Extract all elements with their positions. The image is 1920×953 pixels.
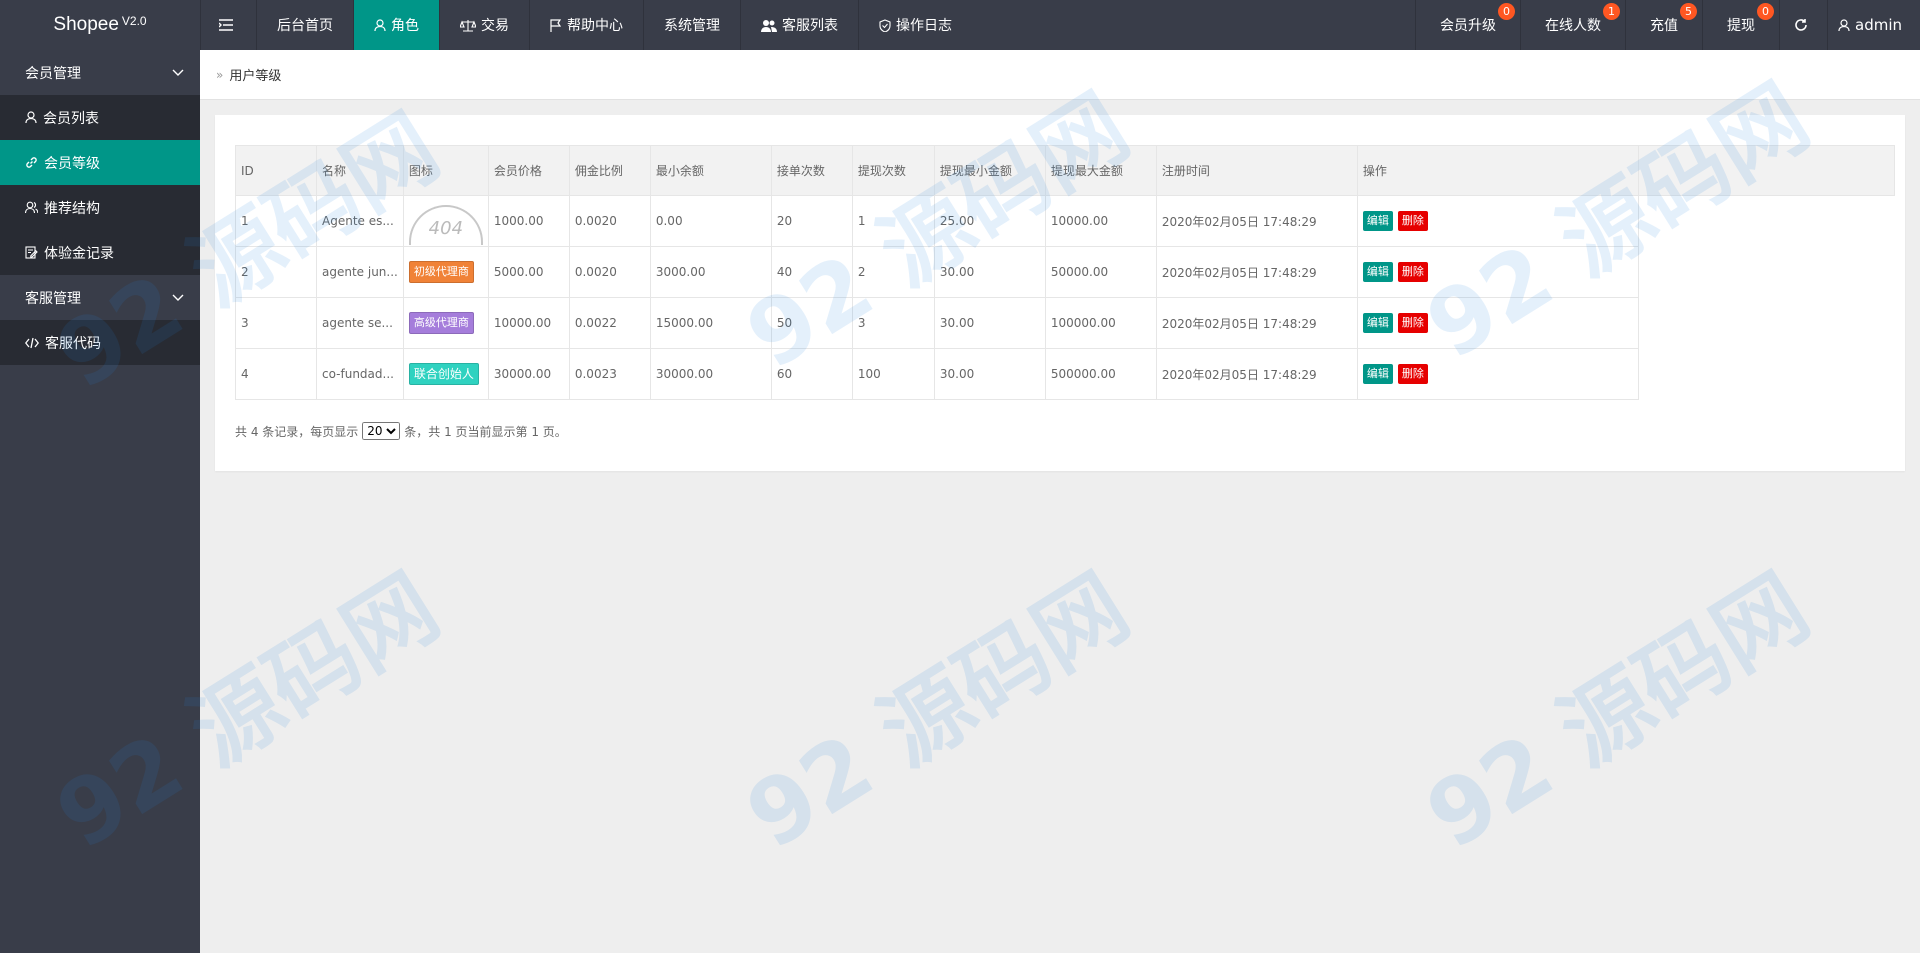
chevron-down-icon (172, 69, 184, 76)
nav-service-list[interactable]: 客服列表 (740, 0, 858, 50)
nav-home[interactable]: 后台首页 (256, 0, 353, 50)
table-header-row: ID 名称 图标 会员价格 佣金比例 最小余额 接单次数 提现次数 提现最小金额… (235, 145, 1895, 196)
refresh-button[interactable] (1779, 0, 1827, 50)
sidebar-group-service[interactable]: 客服管理 (0, 275, 200, 320)
nav-member-upgrade[interactable]: 会员升级 0 (1415, 0, 1520, 50)
column-header-min-balance: 最小余额 (649, 145, 772, 196)
nav-trade[interactable]: 交易 (439, 0, 529, 50)
nav-help[interactable]: 帮助中心 (529, 0, 643, 50)
nav-system[interactable]: 系统管理 (643, 0, 740, 50)
actions-cell: 编辑 删除 (1356, 297, 1639, 349)
column-header-time: 注册时间 (1155, 145, 1358, 196)
shield-icon (879, 18, 891, 32)
sidebar-item-member-level[interactable]: 会员等级 (0, 140, 200, 185)
edit-button[interactable]: 编辑 (1362, 211, 1393, 231)
refresh-icon (1795, 19, 1807, 31)
pager-prefix: 共 4 条记录，每页显示 (235, 424, 359, 439)
broken-image-icon: 404 (408, 205, 483, 245)
user-icon (374, 18, 386, 31)
actions-cell: 编辑 删除 (1356, 348, 1639, 400)
column-header-orders: 接单次数 (770, 145, 853, 196)
nav-role[interactable]: 角色 (353, 0, 439, 50)
delete-button[interactable]: 删除 (1397, 211, 1428, 231)
online-users-badge: 1 (1603, 3, 1620, 20)
column-header-withdraw-min: 提现最小金额 (933, 145, 1046, 196)
level-table: ID 名称 图标 会员价格 佣金比例 最小余额 接单次数 提现次数 提现最小金额… (235, 145, 1895, 400)
edit-button[interactable]: 编辑 (1362, 262, 1393, 282)
delete-button[interactable]: 删除 (1397, 313, 1428, 333)
chevron-down-icon (172, 294, 184, 301)
table-row: 1 Agente es... 404 1000.00 0.0020 0.00 2… (235, 195, 1895, 247)
user-icon (25, 111, 37, 124)
sidebar-item-member-list[interactable]: 会员列表 (0, 95, 200, 140)
sidebar-group-member[interactable]: 会员管理 (0, 50, 200, 95)
level-icon-cell: 初级代理商 (402, 246, 489, 298)
level-icon-cell: 404 (402, 195, 489, 247)
nav-recharge[interactable]: 充值 5 (1625, 0, 1702, 50)
level-tag: 联合创始人 (408, 363, 479, 385)
member-upgrade-badge: 0 (1498, 3, 1515, 20)
logo[interactable]: Shopee V2.0 (0, 0, 200, 50)
column-header-price: 会员价格 (487, 145, 570, 196)
users-icon (25, 201, 38, 214)
username: admin (1855, 16, 1902, 34)
column-header-icon: 图标 (402, 145, 489, 196)
level-tag: 高级代理商 (408, 312, 474, 334)
level-icon-cell: 联合创始人 (402, 348, 489, 400)
actions-cell: 编辑 删除 (1356, 195, 1639, 247)
code-icon (25, 337, 39, 348)
nav-online-users[interactable]: 在线人数 1 (1520, 0, 1625, 50)
withdraw-badge: 0 (1757, 3, 1774, 20)
actions-cell: 编辑 删除 (1356, 246, 1639, 298)
column-header-name: 名称 (316, 145, 404, 196)
level-tag: 初级代理商 (408, 261, 474, 283)
breadcrumb: » 用户等级 (200, 50, 1920, 100)
column-header-withdraw-max: 提现最大金额 (1044, 145, 1157, 196)
menu-toggle-button[interactable] (200, 0, 256, 50)
edit-button[interactable]: 编辑 (1362, 364, 1393, 384)
top-nav-bar: Shopee V2.0 后台首页 角色 交易 帮助中心 系统管理 客服列表 操作日… (0, 0, 1920, 50)
table-row: 4 co-fundad... 联合创始人 30000.00 0.0023 300… (235, 348, 1895, 400)
column-header-commission: 佣金比例 (568, 145, 651, 196)
sidebar: 会员管理 会员列表 会员等级 推荐结构 体验金记录 客服管理 客服代码 (0, 50, 200, 953)
nav-withdraw[interactable]: 提现 0 (1702, 0, 1779, 50)
sidebar-item-trial-fund-records[interactable]: 体验金记录 (0, 230, 200, 275)
recharge-badge: 5 (1680, 3, 1697, 20)
user-icon (1838, 18, 1850, 31)
table-row: 3 agente se... 高级代理商 10000.00 0.0022 150… (235, 297, 1895, 349)
breadcrumb-current: 用户等级 (229, 69, 282, 84)
menu-toggle-icon (219, 19, 233, 31)
flag-icon (550, 18, 562, 32)
nav-operation-log[interactable]: 操作日志 (858, 0, 972, 50)
level-icon-cell: 高级代理商 (402, 297, 489, 349)
scale-icon (460, 19, 476, 32)
level-table-card: ID 名称 图标 会员价格 佣金比例 最小余额 接单次数 提现次数 提现最小金额… (215, 115, 1905, 471)
column-header-id: ID (235, 145, 317, 196)
page-size-select[interactable]: 20 (362, 422, 401, 440)
main-content: » 用户等级 ID 名称 图标 会员价格 佣金比例 最小余额 接单次数 提现次数 (200, 50, 1920, 953)
link-icon (26, 157, 37, 168)
column-header-actions: 操作 (1356, 145, 1639, 196)
column-header-withdraw-times: 提现次数 (851, 145, 935, 196)
column-header-spacer (1637, 145, 1895, 196)
edit-icon (25, 246, 38, 259)
logo-name: Shopee (53, 14, 119, 35)
users-icon (761, 19, 777, 32)
pagination: 共 4 条记录，每页显示 20 条，共 1 页当前显示第 1 页。 (235, 422, 567, 440)
double-chevron-right-icon: » (216, 67, 224, 82)
user-menu[interactable]: admin (1827, 0, 1920, 50)
delete-button[interactable]: 删除 (1397, 364, 1428, 384)
sidebar-item-referral-structure[interactable]: 推荐结构 (0, 185, 200, 230)
logo-version: V2.0 (121, 14, 147, 28)
sidebar-item-service-code[interactable]: 客服代码 (0, 320, 200, 365)
edit-button[interactable]: 编辑 (1362, 313, 1393, 333)
delete-button[interactable]: 删除 (1397, 262, 1428, 282)
table-row: 2 agente jun... 初级代理商 5000.00 0.0020 300… (235, 246, 1895, 298)
pager-suffix: 条，共 1 页当前显示第 1 页。 (404, 424, 567, 439)
